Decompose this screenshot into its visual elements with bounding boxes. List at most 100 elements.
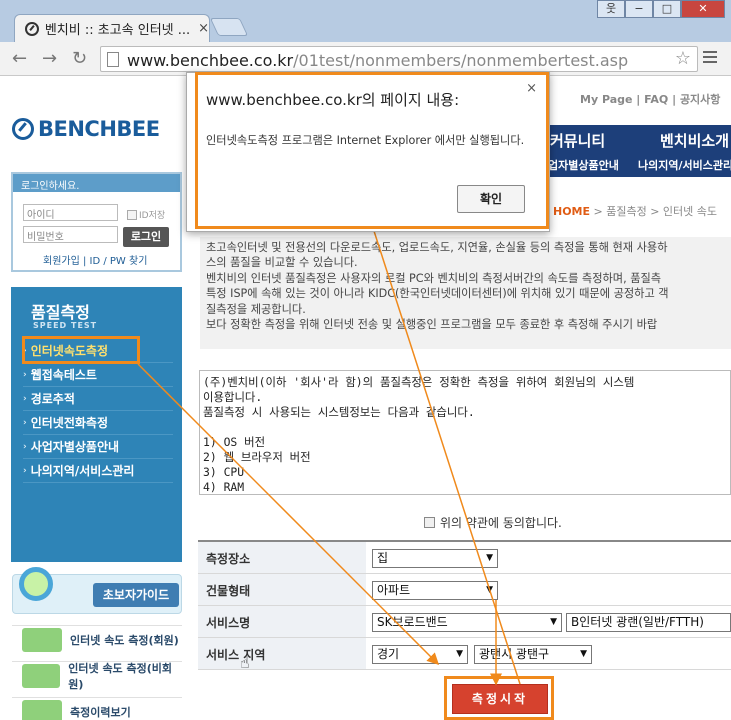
chevron-right-icon: › — [23, 417, 27, 428]
location-value: 집 — [377, 551, 389, 565]
back-arrow-icon[interactable]: ← — [12, 48, 27, 69]
sidebar-item-label: 나의지역/서비스관리 — [30, 464, 135, 478]
password-input[interactable]: 비밀번호 — [23, 226, 118, 243]
url-host: www.benchbee.co.kr — [127, 51, 294, 70]
form-row-housing: 건물형태 아파트 ▼ — [198, 574, 731, 606]
region-province-select[interactable]: 경기 ▼ — [372, 645, 468, 664]
quick-link-label: 측정이력보기 — [70, 705, 131, 719]
location-select[interactable]: 집 ▼ — [372, 549, 498, 568]
agree-checkbox[interactable]: 위의 약관에 동의합니다. — [424, 514, 562, 531]
chevron-right-icon: › — [23, 393, 27, 404]
service-select[interactable]: SK브로드밴드 ▼ — [372, 613, 562, 632]
sidebar-item-traceroute[interactable]: › 경로추적 — [23, 387, 173, 411]
service-plan-select[interactable]: B인터넷 광랜(일반/FTTH) — [566, 613, 731, 632]
service-description: 초고속인터넷 및 전용선의 다운로드속도, 업로드속도, 지연율, 손실율 등의… — [200, 237, 731, 349]
housing-value: 아파트 — [377, 583, 411, 597]
sidebar-item-isp-products[interactable]: › 사업자별상품안내 — [23, 435, 173, 459]
address-url: www.benchbee.co.kr/01test/nonmembers/non… — [127, 51, 628, 70]
terms-line: 4) RAM — [203, 480, 245, 494]
highlight-box-dialog — [195, 72, 549, 229]
logo-text: BENCHBEE — [38, 117, 160, 141]
speed-meter-icon — [22, 627, 62, 652]
side-menu: 품질측정 SPEED TEST › 인터넷속도측정 › 웹접속테스트 › 경로추적 ›… — [11, 287, 182, 562]
user-profile-button[interactable]: 웃 — [597, 0, 625, 18]
sidebar-item-label: 경로추적 — [30, 392, 75, 406]
chrome-menu-icon[interactable] — [703, 51, 717, 66]
url-path: /01test/nonmembers/nonmembertest.asp — [293, 51, 629, 70]
quick-link-label: 인터넷 속도 측정(비회원) — [68, 661, 173, 691]
beginner-guide-label: 초보자가이드 — [93, 583, 179, 607]
sidebar-item-label: 인터넷전화측정 — [30, 416, 108, 430]
chevron-right-icon: › — [23, 369, 27, 380]
highlight-box-start — [444, 676, 554, 720]
housing-label: 건물형태 — [198, 574, 366, 605]
benchbee-logo[interactable]: BENCHBEE — [12, 117, 160, 141]
magnifier-icon — [19, 567, 53, 601]
sidebar-item-my-region[interactable]: › 나의지역/서비스관리 — [23, 459, 173, 483]
agree-label: 위의 약관에 동의합니다. — [440, 516, 562, 530]
sidebar-item-label: 웹접속테스트 — [30, 368, 97, 382]
top-links[interactable]: My Page | FAQ | 공지사항 — [580, 91, 720, 107]
reload-icon[interactable]: ↻ — [72, 48, 87, 69]
remember-checkbox-box[interactable] — [127, 209, 137, 220]
new-tab-button[interactable] — [209, 18, 249, 36]
dropdown-arrow-icon: ▼ — [550, 617, 557, 627]
login-box: 로그인하세요. 아이디 비밀번호 ID저장 로그인 회원가입 | ID / PW… — [11, 172, 182, 272]
browser-tab[interactable]: 벤치비 :: 초고속 인터넷 ... × — [14, 14, 210, 42]
gnb-community[interactable]: 커뮤니티 — [550, 130, 605, 151]
address-bar[interactable]: www.benchbee.co.kr/01test/nonmembers/non… — [100, 46, 698, 72]
chevron-right-icon: › — [23, 465, 27, 476]
id-input[interactable]: 아이디 — [23, 204, 118, 221]
history-icon — [22, 699, 62, 720]
sidebar-item-voip-test[interactable]: › 인터넷전화측정 — [23, 411, 173, 435]
hand-cursor-icon: ☝ — [240, 653, 250, 672]
maximize-button[interactable]: □ — [653, 0, 681, 18]
sidebar-item-label: 사업자별상품안내 — [30, 440, 120, 454]
beginner-guide-banner[interactable]: 초보자가이드 — [12, 567, 182, 614]
login-links[interactable]: 회원가입 | ID / PW 찾기 — [43, 252, 147, 267]
gnb-about[interactable]: 벤치비소개 — [660, 130, 729, 151]
logo-mark-icon — [12, 118, 34, 140]
dropdown-arrow-icon: ▼ — [456, 649, 463, 659]
terms-line: 3) CPU — [203, 465, 245, 479]
forward-arrow-icon[interactable]: → — [42, 48, 57, 69]
tab-title: 벤치비 :: 초고속 인터넷 ... — [44, 23, 191, 38]
quick-link-label: 인터넷 속도 측정(회원) — [70, 633, 179, 647]
region-label: 서비스 지역 — [198, 638, 366, 669]
quick-link-history[interactable]: 측정이력보기 — [12, 697, 182, 720]
gnb-sub-region[interactable]: 나의지역/서비스관리 — [638, 157, 731, 173]
minimize-button[interactable]: − — [625, 0, 653, 18]
description-line: 특정 ISP에 속해 있는 것이 아니라 KIDC(한국인터넷데이터센터)에 위… — [206, 287, 669, 301]
terms-line: 2) 웹 브라우저 버전 — [203, 450, 311, 464]
bookmark-star-icon[interactable]: ☆ — [675, 48, 691, 69]
dropdown-arrow-icon: ▼ — [486, 553, 493, 563]
housing-select[interactable]: 아파트 ▼ — [372, 581, 498, 600]
remember-id-checkbox[interactable]: ID저장 — [127, 208, 165, 221]
description-line: 벤치비의 인터넷 품질측정은 사용자의 로컬 PC와 벤치비의 측정서버간의 속… — [206, 271, 662, 285]
browser-toolbar: ← → ↻ www.benchbee.co.kr/01test/nonmembe… — [0, 42, 731, 76]
agree-checkbox-box[interactable] — [424, 517, 435, 528]
tab-close-icon[interactable]: × — [198, 21, 209, 36]
form-row-service: 서비스명 SK브로드밴드 ▼ B인터넷 광랜(일반/FTTH) — [198, 606, 731, 638]
description-line: 초고속인터넷 및 전용선의 다운로드속도, 업로드속도, 지연율, 손실율 등의… — [206, 241, 668, 254]
terms-textarea[interactable]: (주)벤치비(이하 '회사'라 함)의 품질측정은 정확한 측정을 위하여 회원… — [199, 370, 731, 495]
service-plan-value: B인터넷 광랜(일반/FTTH) — [571, 615, 704, 629]
region-city-select[interactable]: 광탠시 광탠구 ▼ — [474, 645, 592, 664]
side-menu-title: 품질측정 — [31, 303, 90, 322]
benchbee-favicon-icon — [25, 21, 39, 36]
quick-link-member-test[interactable]: 인터넷 속도 측정(회원) — [12, 625, 182, 653]
tab-strip: 벤치비 :: 초고속 인터넷 ... × 웃 − □ ✕ — [0, 0, 731, 42]
sidebar-item-web-test[interactable]: › 웹접속테스트 — [23, 363, 173, 387]
quick-link-guest-test[interactable]: 인터넷 속도 측정(비회원) — [12, 661, 182, 691]
remember-label: ID저장 — [139, 211, 166, 221]
dropdown-arrow-icon: ▼ — [486, 585, 493, 595]
close-window-button[interactable]: ✕ — [681, 0, 725, 18]
region-province-value: 경기 — [377, 647, 400, 661]
service-label: 서비스명 — [198, 606, 366, 637]
window-controls: 웃 − □ ✕ — [597, 0, 725, 18]
terms-line: 이용합니다. — [203, 390, 263, 404]
gnb-sub-products[interactable]: 업자별상품안내 — [548, 157, 619, 173]
breadcrumb-home[interactable]: HOME — [553, 205, 590, 218]
location-label: 측정장소 — [198, 542, 366, 573]
login-button[interactable]: 로그인 — [123, 227, 169, 247]
